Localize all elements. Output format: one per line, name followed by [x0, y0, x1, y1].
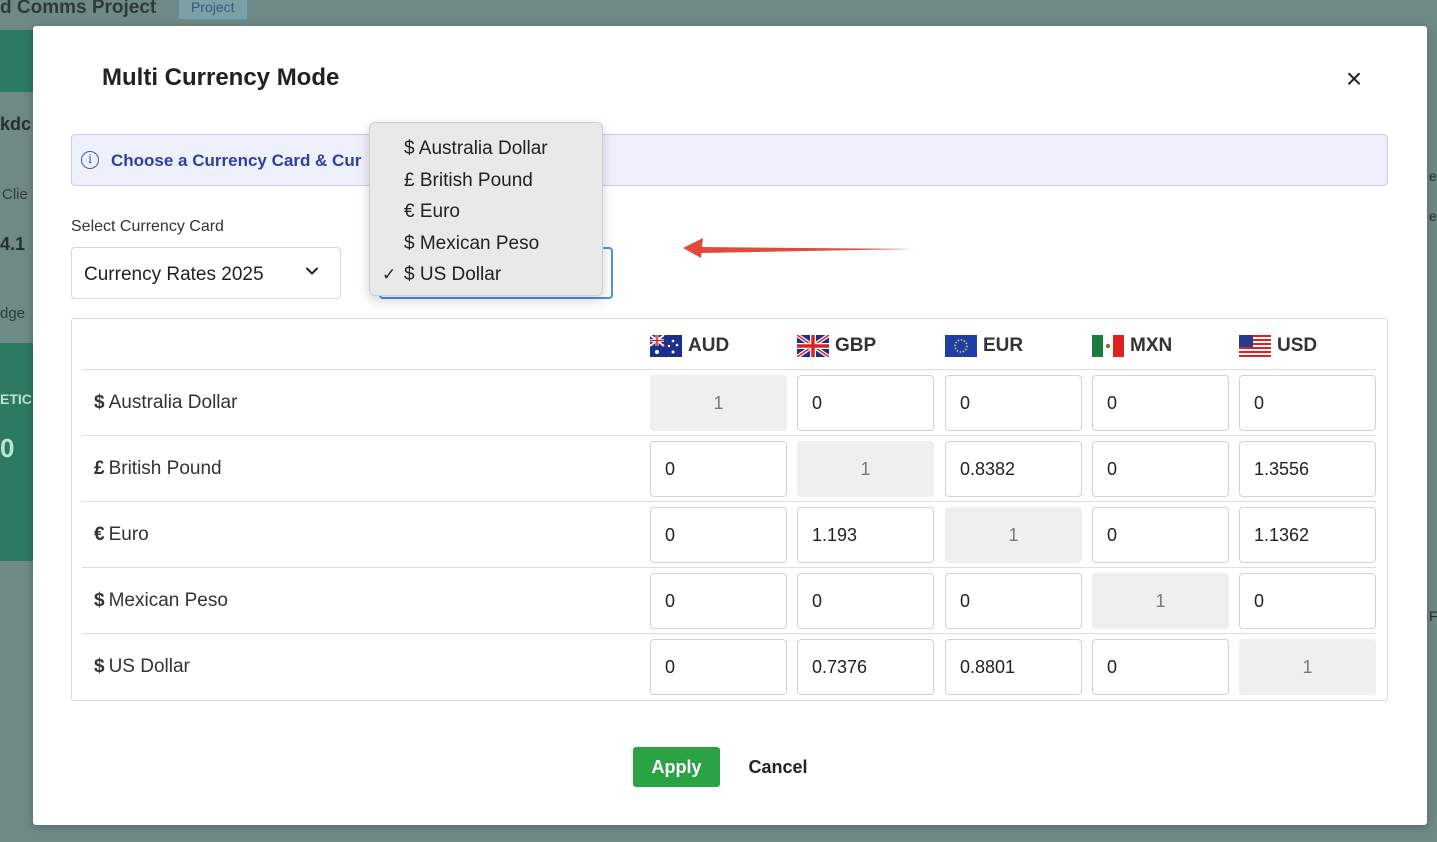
table-row: $ Mexican Peso 0 0 0 1 0 — [82, 567, 1376, 633]
currency-rates-table: AUD GBP EUR MXN USD $ Australia Dollar 1 0 0 0 0 £ Br… — [71, 318, 1388, 701]
rate-input[interactable]: 0 — [1092, 375, 1229, 431]
rate-input[interactable]: 0 — [945, 375, 1082, 431]
column-header-usd: USD — [1239, 333, 1317, 359]
rate-cell-fixed: 1 — [797, 441, 934, 497]
dropdown-option-label: $ US Dollar — [404, 264, 502, 285]
rate-input[interactable]: 0 — [1092, 507, 1229, 563]
currency-symbol: € — [94, 524, 105, 545]
rate-input[interactable]: 0.8382 — [945, 441, 1082, 497]
background-text: ETIC — [0, 391, 32, 407]
rate-input[interactable]: 0 — [1092, 639, 1229, 695]
background-text: e — [1429, 168, 1437, 184]
currency-card-select-value: Currency Rates 2025 — [84, 264, 264, 285]
background-project-badge: Project — [178, 0, 248, 20]
row-currency-label: $ US Dollar — [94, 656, 190, 678]
column-header-gbp: GBP — [797, 333, 876, 359]
column-header-label: AUD — [688, 335, 730, 356]
dropdown-option[interactable]: € Euro — [370, 196, 602, 228]
currency-symbol: $ — [94, 590, 105, 611]
column-header-label: GBP — [835, 335, 877, 356]
column-header-label: EUR — [983, 335, 1024, 356]
dropdown-option[interactable]: £ British Pound — [370, 165, 602, 197]
annotation-arrow — [683, 238, 913, 258]
select-currency-card-label: Select Currency Card — [71, 218, 224, 235]
rate-input[interactable]: 0 — [797, 573, 934, 629]
rate-input[interactable]: 1.3556 — [1239, 441, 1376, 497]
currency-symbol: $ — [94, 656, 105, 677]
rate-input[interactable]: 0.8801 — [945, 639, 1082, 695]
column-header-eur: EUR — [945, 333, 1023, 359]
row-currency-label: € Euro — [94, 524, 149, 546]
table-row: $ Australia Dollar 1 0 0 0 0 — [82, 369, 1376, 435]
rate-input[interactable]: 0.7376 — [797, 639, 934, 695]
table-row: £ British Pound 0 1 0.8382 0 1.3556 — [82, 435, 1376, 501]
background-project-title: d Comms Project — [0, 0, 157, 18]
column-header-label: MXN — [1130, 335, 1173, 356]
column-header-mxn: MXN — [1092, 333, 1172, 359]
currency-dropdown-menu: $ Australia Dollar £ British Pound € Euro $… — [369, 122, 603, 296]
chevron-down-icon — [306, 267, 318, 275]
rate-input[interactable]: 0 — [797, 375, 934, 431]
close-button[interactable]: × — [1338, 64, 1370, 96]
rate-input[interactable]: 0 — [650, 573, 787, 629]
currency-name: British Pound — [108, 458, 222, 479]
background-text: 0 — [0, 433, 15, 463]
background-text: et — [1429, 208, 1437, 224]
currency-card-select[interactable]: Currency Rates 2025 — [71, 247, 341, 299]
background-text: 4.1 — [0, 234, 26, 254]
mexico-flag-icon — [1092, 335, 1124, 357]
australia-flag-icon — [650, 335, 682, 357]
table-row: € Euro 0 1.193 1 0 1.1362 — [82, 501, 1376, 567]
rate-input[interactable]: 0 — [1239, 375, 1376, 431]
rate-input[interactable]: 0 — [650, 507, 787, 563]
dropdown-option-label: $ Australia Dollar — [404, 138, 548, 159]
row-currency-label: $ Australia Dollar — [94, 392, 237, 414]
row-currency-label: $ Mexican Peso — [94, 590, 228, 612]
rate-input[interactable]: 0 — [650, 639, 787, 695]
rate-input[interactable]: 0 — [1092, 441, 1229, 497]
rate-cell-fixed: 1 — [1092, 573, 1229, 629]
currency-name: Australia Dollar — [108, 392, 238, 413]
rate-input[interactable]: 0 — [1239, 573, 1376, 629]
us-flag-icon — [1239, 335, 1271, 357]
rate-input[interactable]: 1.193 — [797, 507, 934, 563]
rate-cell-fixed: 1 — [650, 375, 787, 431]
currency-symbol: £ — [94, 458, 105, 479]
info-icon: i — [81, 151, 99, 169]
rate-input[interactable]: 0 — [945, 573, 1082, 629]
dropdown-option[interactable]: $ Australia Dollar — [370, 133, 602, 165]
modal-title: Multi Currency Mode — [102, 64, 340, 91]
eu-flag-icon — [945, 335, 977, 357]
column-header-label: USD — [1277, 335, 1318, 356]
info-banner: i Choose a Currency Card & Cur — [71, 134, 1388, 186]
checkmark-icon: ✓ — [382, 265, 397, 284]
info-text: Choose a Currency Card & Cur — [111, 151, 362, 170]
table-row: $ US Dollar 0 0.7376 0.8801 0 1 — [82, 633, 1376, 699]
background-text: kdc — [0, 114, 32, 134]
rate-input[interactable]: 1.1362 — [1239, 507, 1376, 563]
uk-flag-icon — [797, 335, 829, 357]
multi-currency-modal: Multi Currency Mode × i Choose a Currenc… — [33, 26, 1427, 825]
dropdown-option-label: £ British Pound — [404, 169, 533, 191]
currency-symbol: $ — [94, 392, 105, 413]
rate-cell-fixed: 1 — [1239, 639, 1376, 695]
currency-name: Mexican Peso — [108, 590, 228, 611]
background-text: Clie — [2, 186, 28, 203]
row-currency-label: £ British Pound — [94, 458, 222, 480]
rate-cell-fixed: 1 — [945, 507, 1082, 563]
dropdown-option[interactable]: ✓ $ US Dollar — [370, 259, 602, 291]
rate-input[interactable]: 0 — [650, 441, 787, 497]
dropdown-option-label: $ Mexican Peso — [404, 232, 540, 254]
apply-button[interactable]: Apply — [633, 747, 720, 787]
dropdown-option-label: € Euro — [404, 201, 460, 222]
column-header-aud: AUD — [650, 333, 729, 359]
dropdown-option[interactable]: $ Mexican Peso — [370, 228, 602, 260]
cancel-button[interactable]: Cancel — [745, 747, 811, 787]
currency-name: Euro — [108, 524, 149, 545]
background-text: dge — [0, 305, 26, 322]
close-icon: × — [1345, 63, 1363, 94]
currency-name: US Dollar — [108, 656, 190, 677]
background-text: Fo — [1429, 608, 1437, 624]
